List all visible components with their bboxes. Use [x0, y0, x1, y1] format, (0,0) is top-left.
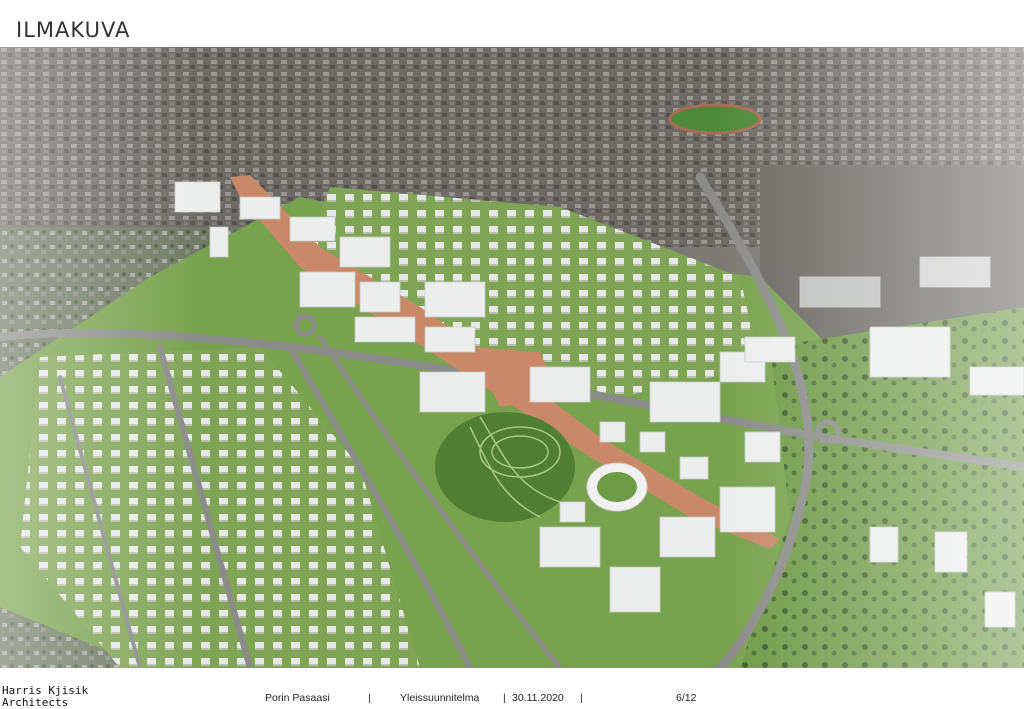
footer-separator: |: [580, 692, 583, 704]
document-phase: Yleissuunnitelma: [400, 692, 480, 704]
architect-logo: Harris Kjisik Architects: [2, 685, 88, 709]
logo-line-2: Architects: [2, 696, 69, 709]
aerial-masterplan-image: [0, 47, 1024, 668]
footer-separator: |: [368, 692, 371, 704]
page-number: 6/12: [676, 692, 697, 704]
footer-separator: |: [503, 692, 506, 704]
page-title: ILMAKUVA: [16, 18, 131, 43]
document-date: 30.11.2020: [512, 692, 564, 704]
project-name: Porin Pasaasi: [265, 692, 330, 704]
